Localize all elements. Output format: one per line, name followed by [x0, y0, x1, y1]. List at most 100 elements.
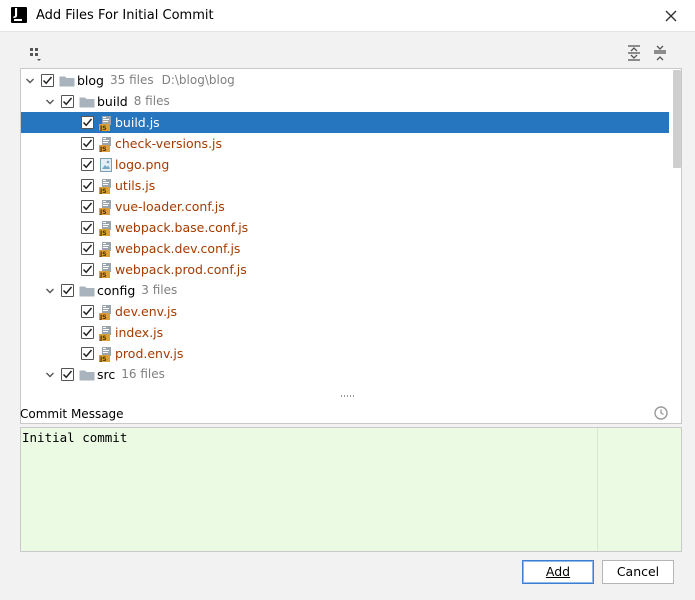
js-file-icon: JS — [99, 116, 111, 131]
file-name: vue-loader.conf.js — [115, 199, 225, 214]
folder-path: D:\blog\blog — [161, 73, 235, 87]
checkbox[interactable] — [81, 158, 94, 171]
svg-text:JS: JS — [99, 251, 107, 257]
js-file-icon: JS — [99, 179, 111, 194]
checkbox[interactable] — [61, 368, 74, 381]
tree-file-row[interactable]: JS index.js — [21, 322, 669, 343]
folder-icon — [59, 76, 75, 87]
file-name: dev.env.js — [115, 304, 178, 319]
checkbox[interactable] — [81, 179, 94, 192]
checkbox[interactable] — [81, 347, 94, 360]
checkbox[interactable] — [81, 116, 94, 129]
folder-icon — [79, 370, 95, 381]
window-title: Add Files For Initial Commit — [36, 8, 214, 23]
js-file-icon: JS — [99, 326, 111, 341]
svg-text:JS: JS — [99, 125, 107, 131]
tree-scrollbar-thumb[interactable] — [673, 70, 681, 168]
tree-file-row[interactable]: JS utils.js — [21, 175, 669, 196]
cancel-button-label: Cancel — [616, 564, 660, 579]
chevron-down-icon[interactable] — [45, 97, 55, 107]
checkbox[interactable] — [61, 95, 74, 108]
js-file-icon: JS — [99, 221, 111, 236]
expand-all-icon[interactable] — [625, 44, 643, 62]
file-name: logo.png — [115, 157, 170, 172]
tree-folder-row[interactable]: src 16 files — [21, 364, 669, 385]
checkbox[interactable] — [81, 305, 94, 318]
add-button-label: Add — [545, 564, 571, 579]
checkbox[interactable] — [61, 284, 74, 297]
file-name: check-versions.js — [115, 136, 223, 151]
folder-name: config — [97, 283, 136, 298]
file-name: prod.env.js — [115, 346, 184, 361]
file-count: 16 files — [121, 367, 165, 381]
js-file-icon: JS — [99, 263, 111, 278]
file-count: 3 files — [141, 283, 178, 297]
file-name: webpack.dev.conf.js — [115, 241, 241, 256]
tree-toolbar — [8, 33, 689, 67]
svg-text:JS: JS — [99, 209, 107, 215]
svg-text:JS: JS — [99, 188, 107, 194]
svg-text:JS: JS — [99, 314, 107, 320]
svg-text:JS: JS — [99, 335, 107, 341]
file-name: index.js — [115, 325, 164, 340]
tree-file-row[interactable]: JS webpack.prod.conf.js — [21, 259, 669, 280]
file-name: webpack.prod.conf.js — [115, 262, 247, 277]
checkbox[interactable] — [81, 326, 94, 339]
tree-folder-row[interactable]: blog 35 files D:\blog\blog — [21, 70, 669, 91]
folder-icon — [79, 286, 95, 297]
chevron-down-icon[interactable] — [45, 286, 55, 296]
file-count: 8 files — [133, 94, 170, 108]
file-name: webpack.base.conf.js — [115, 220, 249, 235]
checkbox[interactable] — [41, 74, 54, 87]
dialog-body: blog 35 files D:\blog\blog build 8 files JS bu… — [8, 33, 689, 600]
file-name: build.js — [115, 115, 160, 130]
group-by-icon[interactable] — [28, 45, 46, 63]
file-name: utils.js — [115, 178, 156, 193]
checkbox[interactable] — [81, 221, 94, 234]
tree-file-row[interactable]: JS prod.env.js — [21, 343, 669, 364]
tree-file-row[interactable]: logo.png — [21, 154, 669, 175]
cancel-button[interactable]: Cancel — [602, 560, 674, 584]
checkbox[interactable] — [81, 242, 94, 255]
chevron-down-icon[interactable] — [25, 76, 35, 86]
svg-text:JS: JS — [99, 356, 107, 362]
commit-message-text[interactable]: Initial commit — [22, 430, 127, 445]
js-file-icon: JS — [99, 137, 111, 152]
commit-message-input[interactable]: Initial commit — [20, 427, 682, 552]
checkbox[interactable] — [81, 263, 94, 276]
tree-file-row[interactable]: JS vue-loader.conf.js — [21, 196, 669, 217]
tree-file-row[interactable]: JS webpack.dev.conf.js — [21, 238, 669, 259]
js-file-icon: JS — [99, 242, 111, 257]
folder-name: src — [97, 367, 116, 382]
folder-name: build — [97, 94, 128, 109]
file-count: 35 files — [109, 73, 154, 87]
tree-file-row[interactable]: JS build.js — [21, 112, 669, 133]
js-file-icon: JS — [99, 200, 111, 215]
tree-file-row[interactable]: JS check-versions.js — [21, 133, 669, 154]
js-file-icon: JS — [99, 347, 111, 362]
intellij-app-icon: J — [11, 7, 27, 23]
chevron-down-icon[interactable] — [45, 370, 55, 380]
title-bar: J Add Files For Initial Commit — [0, 0, 695, 32]
history-clock-icon[interactable] — [653, 405, 669, 421]
svg-text:JS: JS — [99, 146, 107, 152]
folder-name: blog — [77, 73, 104, 88]
tree-folder-row[interactable]: build 8 files — [21, 91, 669, 112]
checkbox[interactable] — [81, 137, 94, 150]
checkbox[interactable] — [81, 200, 94, 213]
svg-text:JS: JS — [99, 272, 107, 278]
close-icon[interactable] — [660, 5, 682, 27]
folder-icon — [79, 97, 95, 108]
svg-text:JS: JS — [99, 230, 107, 236]
tree-file-row[interactable]: JS webpack.base.conf.js — [21, 217, 669, 238]
add-button[interactable]: Add — [522, 560, 594, 584]
collapse-all-icon[interactable] — [651, 44, 669, 62]
tree-file-row[interactable]: JS dev.env.js — [21, 301, 669, 322]
right-margin-guide — [597, 428, 598, 551]
splitter-handle[interactable] — [340, 394, 356, 398]
image-file-icon — [100, 158, 112, 172]
js-file-icon: JS — [99, 305, 111, 320]
file-tree[interactable]: blog 35 files D:\blog\blog build 8 files JS bu… — [20, 68, 682, 424]
commit-message-label: Commit Message — [20, 407, 124, 421]
tree-folder-row[interactable]: config 3 files — [21, 280, 669, 301]
